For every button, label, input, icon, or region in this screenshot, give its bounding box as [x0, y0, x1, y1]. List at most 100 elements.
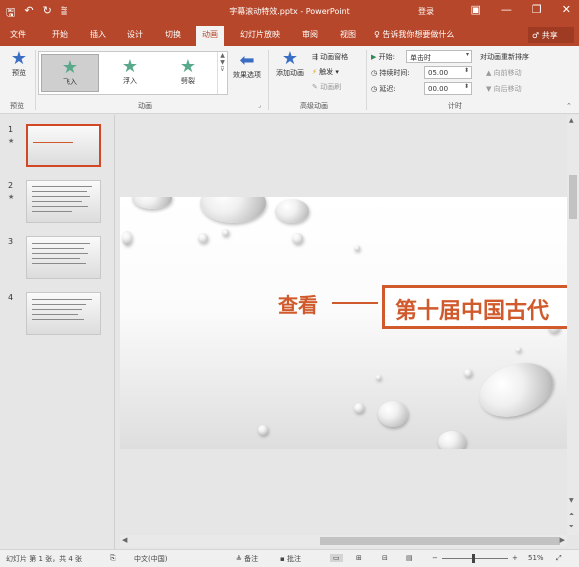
animation-pane-button[interactable]: ⇶ 动画窗格 — [312, 52, 348, 62]
divider — [35, 50, 36, 110]
ribbon: ★ 预览 预览 ★ 飞入 ★ 浮入 ★ 劈裂 ▲ ▼ ⊽ ⬅ 效果选项 动画 ⌟ ★… — [0, 46, 579, 114]
next-slide-icon[interactable]: ⏷ — [569, 523, 574, 531]
window-buttons: ▣ — ❐ ✕ — [471, 3, 572, 16]
water-drop — [200, 197, 266, 223]
water-drop — [258, 425, 268, 435]
collapse-ribbon-icon[interactable]: ⌃ — [566, 102, 572, 110]
thumb-line — [32, 196, 90, 197]
zoom-slider-knob[interactable] — [472, 554, 475, 563]
trigger-button[interactable]: ⚡ 触发 ▾ — [312, 67, 339, 77]
animation-fly-in[interactable]: ★ 飞入 — [41, 54, 99, 92]
tab-animations[interactable]: 动画 — [196, 26, 224, 46]
water-drop — [198, 233, 208, 243]
fly-in-star-icon: ★ — [61, 57, 79, 78]
tab-view[interactable]: 视图 — [340, 29, 356, 40]
scroll-right-icon[interactable]: ▶ — [560, 536, 565, 544]
tab-slideshow[interactable]: 幻灯片放映 — [240, 29, 280, 40]
previous-slide-icon[interactable]: ⏶ — [569, 511, 574, 519]
fit-slide-icon[interactable]: ⤢ — [556, 554, 562, 563]
zoom-level[interactable]: 51% — [528, 554, 544, 562]
scroll-left-icon[interactable]: ◀ — [122, 536, 127, 544]
water-drop — [378, 401, 408, 427]
play-icon: ▶ — [371, 53, 379, 61]
chevron-down-icon: ▾ — [465, 51, 469, 58]
scroll-thumb[interactable] — [569, 175, 577, 219]
thumb-number: 4 — [8, 293, 14, 302]
thumb-line — [32, 304, 86, 305]
preview-star-icon: ★ — [10, 48, 28, 69]
slide-dash-line — [332, 302, 378, 304]
tab-home[interactable]: 开始 — [52, 29, 68, 40]
thumb-line — [33, 142, 73, 143]
slide-label-text[interactable]: 查看 — [278, 289, 318, 318]
delay-spinner[interactable]: 00.00 ⬍ — [424, 82, 472, 95]
thumb-line — [32, 186, 92, 187]
horizontal-scrollbar[interactable]: ◀ ▶ — [120, 535, 567, 547]
spinner-arrows-icon: ⬍ — [463, 67, 469, 74]
close-icon[interactable]: ✕ — [562, 3, 571, 16]
slide-title-text: 第十届中国古代 — [395, 299, 550, 324]
divider — [114, 115, 115, 549]
scroll-thumb[interactable] — [320, 537, 560, 545]
duration-spinner[interactable]: 05.00 ⬍ — [424, 66, 472, 79]
group-label-preview: 预览 — [10, 102, 24, 110]
tab-insert[interactable]: 插入 — [90, 29, 106, 40]
scroll-down-icon[interactable]: ▼ — [569, 497, 574, 504]
water-drop — [464, 369, 472, 377]
share-button[interactable]: ♂ 共享 — [528, 27, 574, 43]
spellcheck-icon[interactable]: ⎘ — [110, 554, 116, 563]
restore-icon[interactable]: ❐ — [532, 3, 542, 16]
start-select[interactable]: 单击时 ▾ — [406, 50, 472, 63]
normal-view-icon[interactable]: ▭ — [330, 554, 343, 562]
dialog-launcher-icon[interactable]: ⌟ — [258, 102, 261, 109]
tab-transitions[interactable]: 切换 — [165, 29, 181, 40]
split-star-icon: ★ — [179, 56, 197, 77]
status-bar: 幻灯片 第 1 张，共 4 张 ⎘ 中文(中国) ≜ 备注 ▪ 批注 ▭ ⊞ ⊟… — [0, 549, 579, 567]
slide-thumbnail-1[interactable] — [26, 124, 101, 167]
thumb-line — [32, 299, 92, 300]
slideshow-icon[interactable]: ▤ — [406, 554, 413, 562]
comments-button[interactable]: ▪ 批注 — [280, 554, 301, 564]
brush-icon: ✎ — [312, 83, 321, 91]
tab-design[interactable]: 设计 — [127, 29, 143, 40]
slide-title-box[interactable]: 第十届中国古代 — [382, 285, 568, 329]
slide-thumbnail-2[interactable] — [26, 180, 101, 223]
animation-split[interactable]: ★ 劈裂 — [159, 54, 217, 92]
water-drop — [471, 353, 561, 427]
tell-me-search[interactable]: ♀ 告诉我你想要做什么 — [374, 29, 454, 40]
thumb-number: 1 — [8, 125, 14, 134]
add-animation-button[interactable]: ★ 添加动画 — [272, 50, 308, 78]
float-in-star-icon: ★ — [121, 56, 139, 77]
reading-view-icon[interactable]: ⊟ — [382, 554, 388, 562]
move-earlier-button[interactable]: ▲ 向前移动 — [486, 68, 522, 78]
vertical-scrollbar[interactable]: ▲ ▼ ⏶ ⏷ — [567, 115, 579, 535]
preview-button[interactable]: ★ 预览 — [6, 50, 32, 78]
login-button[interactable]: 登录 — [418, 6, 434, 17]
tab-review[interactable]: 审阅 — [302, 29, 318, 40]
animation-painter-button[interactable]: ✎ 动画刷 — [312, 82, 341, 92]
notes-button[interactable]: ≜ 备注 — [236, 554, 258, 564]
zoom-slider[interactable] — [442, 558, 508, 559]
effect-options-button[interactable]: ⬅ 效果选项 — [230, 52, 264, 80]
language-indicator[interactable]: 中文(中国) — [134, 554, 167, 564]
minimize-icon[interactable]: — — [501, 3, 512, 16]
zoom-in-icon[interactable]: + — [512, 554, 518, 562]
slide-thumbnail-4[interactable] — [26, 292, 101, 335]
ribbon-tab-bar: 文件 开始 插入 设计 切换 动画 幻灯片放映 审阅 视图 ♀ 告诉我你想要做什… — [0, 24, 579, 46]
group-label-timing: 计时 — [448, 102, 462, 110]
thumb-line — [32, 211, 72, 212]
move-later-button[interactable]: ▼ 向后移动 — [486, 84, 522, 94]
spinner-arrows-icon: ⬍ — [463, 83, 469, 90]
animation-float-in[interactable]: ★ 浮入 — [101, 54, 159, 92]
slide-thumbnail-3[interactable] — [26, 236, 101, 279]
thumb-line — [32, 258, 80, 259]
gallery-scroll[interactable]: ▲ ▼ ⊽ — [217, 52, 227, 94]
title-bar: 🖫 ↶ ↻ ⩰ 字幕滚动特效.pptx - PowerPoint 登录 ▣ — … — [0, 0, 579, 24]
zoom-out-icon[interactable]: − — [432, 554, 438, 562]
slide-sorter-icon[interactable]: ⊞ — [356, 554, 362, 562]
slide-canvas[interactable]: 查看 第十届中国古代 — [120, 197, 568, 449]
ribbon-options-icon[interactable]: ▣ — [471, 3, 481, 16]
animation-marker-icon: ★ — [8, 193, 15, 201]
scroll-up-icon[interactable]: ▲ — [569, 117, 574, 124]
tab-file[interactable]: 文件 — [10, 29, 26, 40]
